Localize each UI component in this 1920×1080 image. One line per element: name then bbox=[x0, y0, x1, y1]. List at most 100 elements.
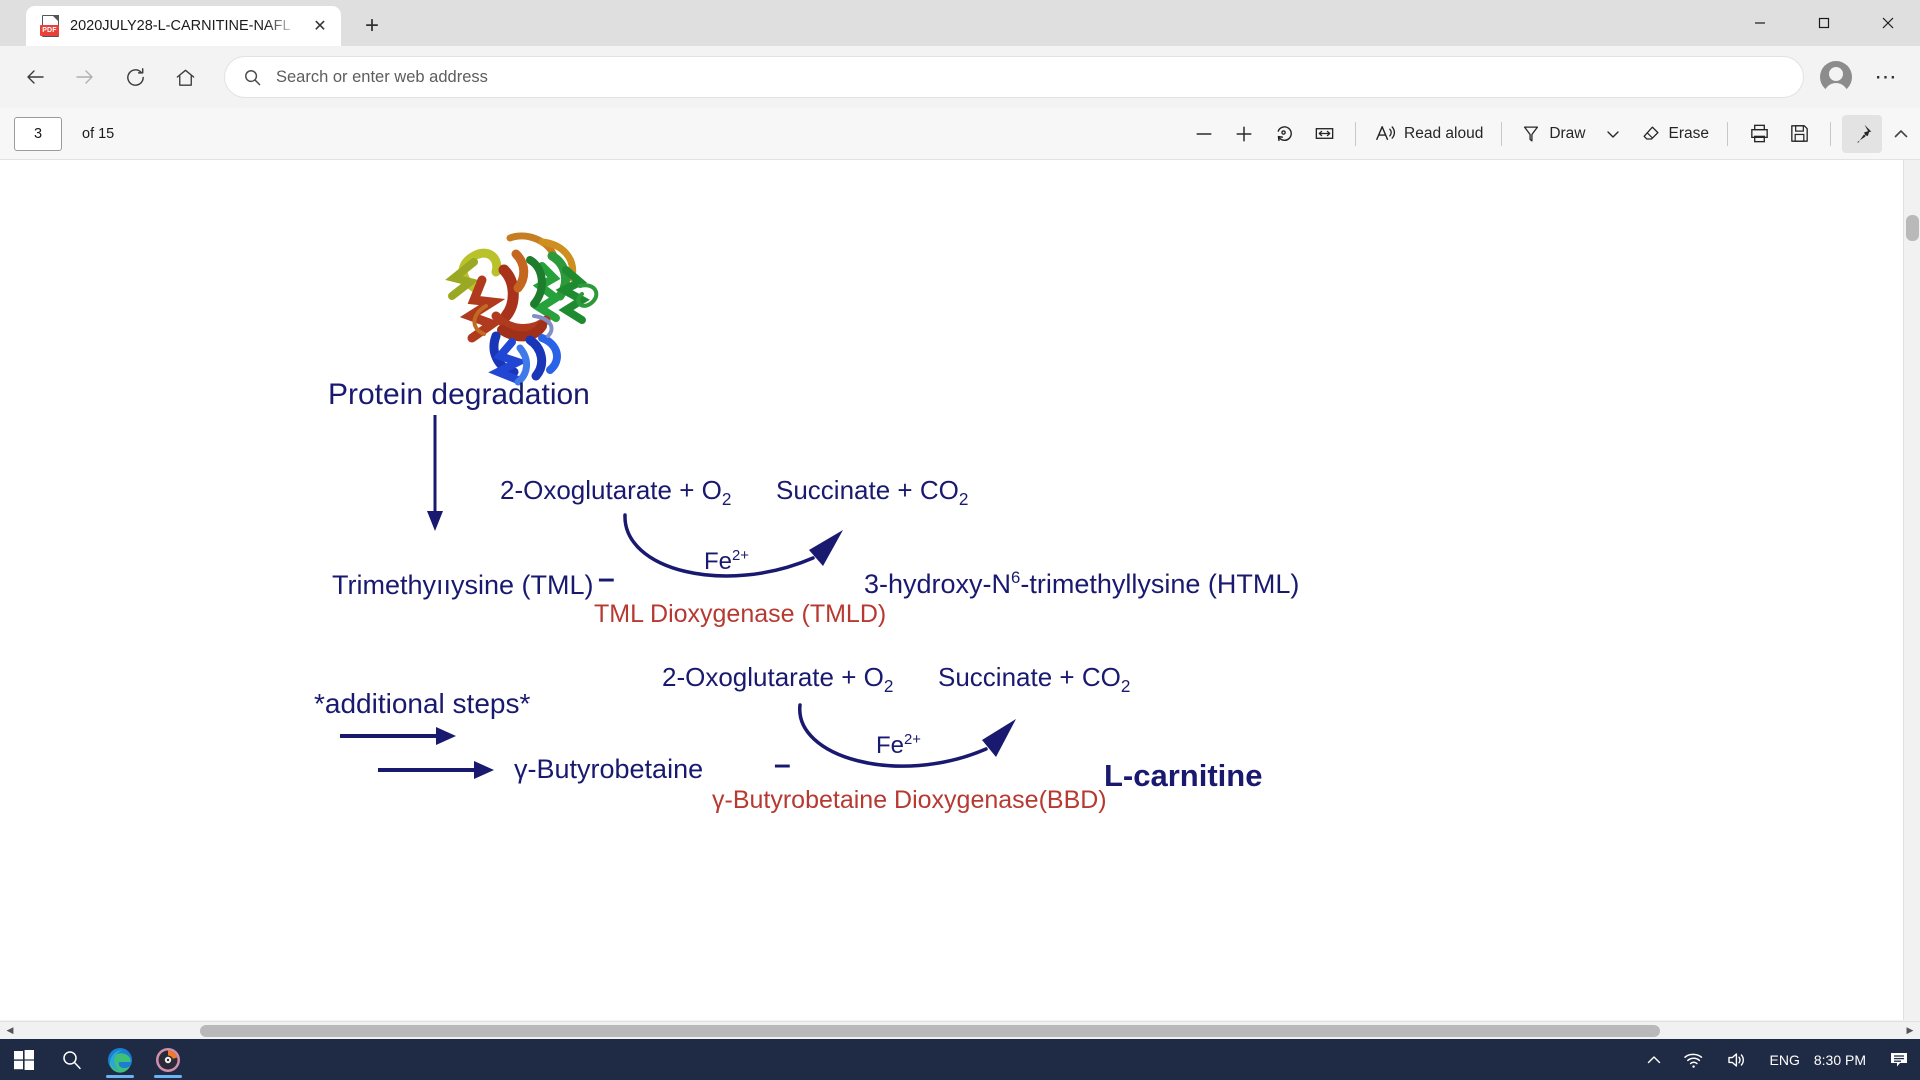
label-succinate-1: Succinate + CO2 bbox=[776, 475, 968, 510]
pin-toolbar-button[interactable] bbox=[1842, 114, 1882, 153]
close-icon[interactable]: ✕ bbox=[307, 13, 333, 39]
html-superscript: 6 bbox=[1011, 568, 1021, 587]
pdf-favicon-label: PDF bbox=[40, 25, 59, 36]
browser-window: PDF 2020JULY28-L-CARNITINE-NAFL ✕ + Sear… bbox=[0, 0, 1920, 1080]
read-aloud-icon bbox=[1376, 126, 1396, 140]
save-button[interactable] bbox=[1779, 115, 1819, 153]
arrow-additional-steps-2 bbox=[378, 761, 494, 779]
print-icon bbox=[1750, 124, 1768, 143]
vertical-scrollbar[interactable] bbox=[1903, 160, 1920, 1020]
label-protein-degradation: Protein degradation bbox=[328, 378, 590, 411]
rotate-icon[interactable] bbox=[1264, 115, 1304, 153]
language-indicator[interactable]: ENG bbox=[1770, 1052, 1800, 1068]
scroll-up-icon[interactable] bbox=[1888, 121, 1914, 147]
back-icon[interactable] bbox=[14, 56, 56, 98]
window-close-icon[interactable] bbox=[1856, 0, 1920, 46]
title-bar: PDF 2020JULY28-L-CARNITINE-NAFL ✕ + bbox=[0, 0, 1920, 46]
taskbar-app-button[interactable] bbox=[144, 1039, 192, 1080]
wifi-icon[interactable] bbox=[1672, 1039, 1715, 1080]
browser-more-icon[interactable]: ⋯ bbox=[1866, 57, 1906, 97]
succ2-subscript: 2 bbox=[1120, 676, 1131, 697]
zoom-out-button[interactable] bbox=[1184, 115, 1224, 153]
label-oxoglutarate-1: 2-Oxoglutarate + O2 bbox=[500, 475, 731, 510]
browser-tab[interactable]: PDF 2020JULY28-L-CARNITINE-NAFL ✕ bbox=[26, 6, 341, 46]
vertical-scrollbar-thumb[interactable] bbox=[1906, 215, 1919, 241]
notifications-icon[interactable] bbox=[1878, 1039, 1920, 1080]
save-icon bbox=[1790, 125, 1808, 142]
pdf-file-icon: PDF bbox=[40, 15, 61, 37]
taskbar-edge-button[interactable] bbox=[96, 1039, 144, 1080]
page-number-input[interactable]: 3 bbox=[14, 116, 62, 151]
label-l-carnitine: L-carnitine bbox=[1104, 758, 1263, 793]
taskbar-search-button[interactable] bbox=[48, 1039, 96, 1080]
pin-icon bbox=[1857, 124, 1872, 143]
oxo2-subscript: 2 bbox=[883, 676, 894, 697]
draw-options-chevron[interactable] bbox=[1593, 115, 1633, 153]
new-tab-button[interactable]: + bbox=[355, 9, 389, 43]
label-minus-1: – bbox=[598, 562, 615, 595]
html-text-b: -trimethyllysine (HTML) bbox=[1020, 569, 1300, 599]
arrow-degradation-to-tml bbox=[427, 415, 443, 531]
label-trimethyllysine: Trimethyııysine (TML) bbox=[332, 570, 594, 600]
erase-button[interactable]: Erase bbox=[1633, 115, 1717, 153]
fe1-superscript: 2+ bbox=[732, 548, 749, 564]
label-html-product: 3-hydroxy-N6-trimethyllysine (HTML) bbox=[864, 568, 1299, 600]
pdf-page: Protein degradation 2-Oxoglutarate + O2 … bbox=[0, 160, 1886, 1020]
active-app-indicator bbox=[106, 1075, 134, 1078]
read-aloud-label: Read aloud bbox=[1404, 124, 1484, 142]
edge-icon bbox=[108, 1047, 132, 1073]
pdf-toolbar: 3 of 15 Read aloud Draw Erase bbox=[0, 108, 1920, 160]
app-icon bbox=[156, 1047, 180, 1072]
succ1-text: Succinate + CO bbox=[776, 475, 959, 505]
minimize-icon[interactable] bbox=[1728, 0, 1792, 46]
label-bbd-enzyme: γ-Butyrobetaine Dioxygenase(BBD) bbox=[712, 786, 1107, 814]
avatar[interactable] bbox=[1820, 61, 1852, 97]
windows-logo-icon bbox=[14, 1049, 34, 1070]
draw-label: Draw bbox=[1549, 124, 1586, 142]
toolbar-divider bbox=[1355, 121, 1357, 146]
start-button[interactable] bbox=[0, 1039, 48, 1080]
tray-expand-chevron-icon[interactable] bbox=[1636, 1039, 1672, 1080]
succ2-text: Succinate + CO bbox=[938, 662, 1121, 692]
scroll-left-icon[interactable]: ◀ bbox=[0, 1025, 20, 1036]
pdf-viewport[interactable]: Protein degradation 2-Oxoglutarate + O2 … bbox=[0, 160, 1920, 1020]
search-icon bbox=[63, 1050, 81, 1069]
tab-title: 2020JULY28-L-CARNITINE-NAFL bbox=[70, 18, 291, 34]
address-placeholder: Search or enter web address bbox=[276, 67, 488, 86]
toolbar-divider bbox=[1501, 121, 1503, 146]
label-oxoglutarate-2: 2-Oxoglutarate + O2 bbox=[662, 662, 893, 697]
label-tmld-enzyme: TML Dioxygenase (TMLD) bbox=[594, 600, 887, 628]
clock-area[interactable]: ENG 8:30 PM bbox=[1758, 1052, 1878, 1068]
print-button[interactable] bbox=[1739, 115, 1779, 153]
volume-icon[interactable] bbox=[1715, 1039, 1758, 1080]
scroll-right-icon[interactable]: ▶ bbox=[1900, 1025, 1920, 1036]
read-aloud-button[interactable]: Read aloud bbox=[1367, 115, 1490, 153]
maximize-icon[interactable] bbox=[1792, 0, 1856, 46]
horizontal-scrollbar[interactable]: ◀ ▶ bbox=[0, 1021, 1920, 1039]
label-additional-steps: *additional steps* bbox=[314, 688, 531, 719]
address-bar[interactable]: Search or enter web address bbox=[224, 56, 1804, 98]
home-icon[interactable] bbox=[164, 56, 206, 98]
refresh-icon[interactable] bbox=[114, 56, 156, 98]
tab-strip: PDF 2020JULY28-L-CARNITINE-NAFL ✕ + bbox=[0, 0, 389, 46]
chevron-down-icon bbox=[1606, 130, 1619, 138]
fit-to-page-icon[interactable] bbox=[1304, 115, 1344, 153]
horizontal-scrollbar-thumb[interactable] bbox=[200, 1025, 1660, 1037]
zoom-in-button[interactable] bbox=[1224, 115, 1264, 153]
toolbar-divider bbox=[1830, 121, 1831, 146]
label-butyrobetaine: γ-Butyrobetaine bbox=[514, 754, 704, 784]
search-icon bbox=[245, 69, 261, 85]
arrow-additional-steps-1 bbox=[340, 727, 456, 745]
clock-time[interactable]: 8:30 PM bbox=[1814, 1052, 1866, 1068]
browser-nav-bar: Search or enter web address ⋯ bbox=[0, 46, 1920, 108]
draw-button[interactable]: Draw bbox=[1513, 115, 1592, 153]
succ1-subscript: 2 bbox=[958, 489, 969, 510]
fe2-text: Fe bbox=[876, 732, 905, 759]
system-tray: ENG 8:30 PM bbox=[1636, 1039, 1920, 1080]
label-fe-cofactor-1: Fe2+ bbox=[704, 548, 749, 576]
label-succinate-2: Succinate + CO2 bbox=[938, 662, 1130, 697]
window-controls bbox=[1728, 0, 1920, 46]
label-fe-cofactor-2: Fe2+ bbox=[876, 732, 921, 760]
forward-icon[interactable] bbox=[64, 56, 106, 98]
oxo2-text: 2-Oxoglutarate + O bbox=[662, 662, 884, 692]
